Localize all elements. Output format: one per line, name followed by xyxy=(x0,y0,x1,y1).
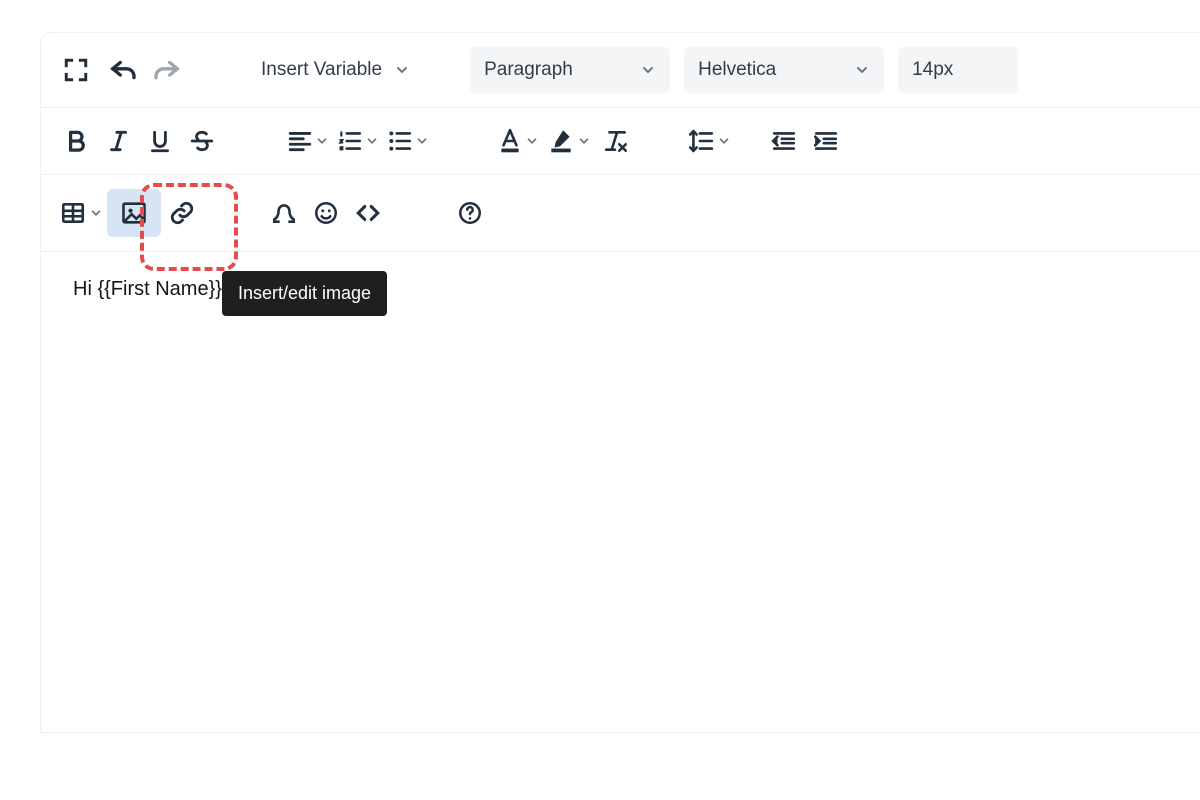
chevron-down-icon xyxy=(394,62,410,78)
insert-image-button[interactable] xyxy=(107,189,161,237)
chevron-down-icon xyxy=(89,206,103,220)
undo-button[interactable] xyxy=(103,51,145,89)
clear-format-icon xyxy=(602,128,630,154)
bold-button[interactable] xyxy=(55,122,97,160)
highlight-icon xyxy=(547,127,575,155)
indent-button[interactable] xyxy=(805,122,847,160)
table-icon xyxy=(59,200,87,226)
chevron-down-icon xyxy=(525,134,539,148)
redo-icon xyxy=(151,57,181,83)
code-icon xyxy=(354,200,382,226)
font-family-label: Helvetica xyxy=(698,59,776,81)
fullscreen-button[interactable] xyxy=(55,51,97,89)
bullet-list-button[interactable] xyxy=(383,122,433,160)
chevron-down-icon xyxy=(640,62,656,78)
special-char-icon xyxy=(270,200,298,226)
chevron-down-icon xyxy=(415,134,429,148)
body-text: Hi {{First Name}}, xyxy=(73,278,228,300)
bold-icon xyxy=(63,128,89,154)
fullscreen-icon xyxy=(63,57,89,83)
insert-variable-label: Insert Variable xyxy=(261,59,382,81)
chevron-down-icon xyxy=(577,134,591,148)
help-button[interactable] xyxy=(449,194,491,232)
strikethrough-button[interactable] xyxy=(181,122,223,160)
editor-content[interactable]: Hi {{First Name}}, xyxy=(41,252,1200,732)
toolbar-row-2 xyxy=(41,108,1200,175)
text-color-icon xyxy=(497,127,523,155)
numbered-list-button[interactable] xyxy=(333,122,383,160)
redo-button[interactable] xyxy=(145,51,187,89)
line-height-icon xyxy=(687,128,715,154)
outdent-icon xyxy=(770,128,798,154)
block-format-label: Paragraph xyxy=(484,59,573,81)
toolbar-row-3 xyxy=(41,175,1200,252)
line-height-button[interactable] xyxy=(683,122,735,160)
strikethrough-icon xyxy=(188,128,216,154)
emoji-button[interactable] xyxy=(305,194,347,232)
chevron-down-icon xyxy=(854,62,870,78)
chevron-down-icon xyxy=(315,134,329,148)
font-size-dropdown[interactable]: 14px xyxy=(898,47,1018,93)
outdent-button[interactable] xyxy=(763,122,805,160)
clear-format-button[interactable] xyxy=(595,122,637,160)
font-family-dropdown[interactable]: Helvetica xyxy=(684,47,884,93)
link-button[interactable] xyxy=(161,194,203,232)
link-icon xyxy=(168,200,196,226)
undo-icon xyxy=(109,57,139,83)
highlight-button[interactable] xyxy=(543,122,595,160)
toolbar: Insert Variable Paragraph Helvetica xyxy=(41,33,1200,252)
insert-image-tooltip: Insert/edit image xyxy=(222,271,387,316)
bullet-list-icon xyxy=(387,128,413,154)
underline-button[interactable] xyxy=(139,122,181,160)
align-button[interactable] xyxy=(283,122,333,160)
help-icon xyxy=(457,200,483,226)
indent-icon xyxy=(812,128,840,154)
numbered-list-icon xyxy=(337,128,363,154)
source-code-button[interactable] xyxy=(347,194,389,232)
chevron-down-icon xyxy=(717,134,731,148)
insert-variable-dropdown[interactable]: Insert Variable xyxy=(247,47,424,93)
editor-container: Insert Variable Paragraph Helvetica xyxy=(40,32,1200,733)
tooltip-text: Insert/edit image xyxy=(238,283,371,303)
chevron-down-icon xyxy=(365,134,379,148)
block-format-dropdown[interactable]: Paragraph xyxy=(470,47,670,93)
align-icon xyxy=(287,128,313,154)
italic-button[interactable] xyxy=(97,122,139,160)
table-button[interactable] xyxy=(55,194,107,232)
emoji-icon xyxy=(313,200,339,226)
italic-icon xyxy=(105,128,131,154)
font-size-label: 14px xyxy=(912,59,953,81)
special-char-button[interactable] xyxy=(263,194,305,232)
toolbar-row-1: Insert Variable Paragraph Helvetica xyxy=(41,33,1200,108)
image-icon xyxy=(119,199,149,227)
underline-icon xyxy=(147,128,173,154)
text-color-button[interactable] xyxy=(493,122,543,160)
